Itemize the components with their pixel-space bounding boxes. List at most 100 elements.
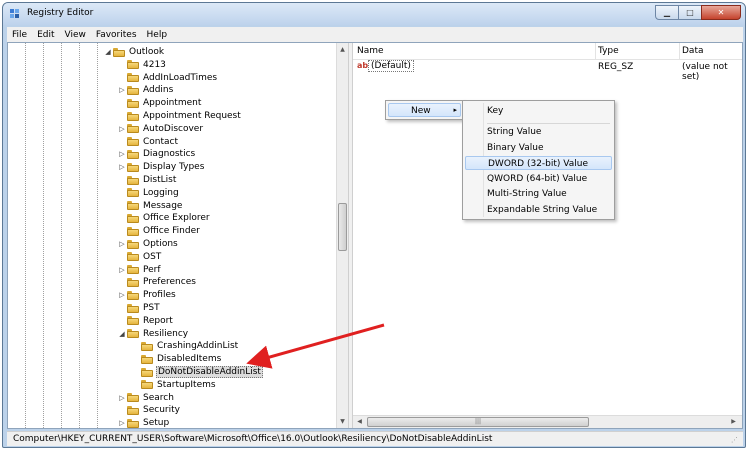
tree-item[interactable]: ◢ Outlook [103,46,165,58]
folder-icon [141,354,153,364]
column-header-data[interactable]: Data [682,46,704,56]
folder-icon [127,277,139,287]
minimize-button[interactable]: ▁ [655,5,679,20]
collapsed-arrow-icon[interactable]: ▷ [117,150,127,158]
tree-item-label: DoNotDisableAddinList [156,366,263,378]
tree-guide-line [97,43,98,428]
submenu-item-label: DWORD (32-bit) Value [488,159,588,169]
tree-item-label: Outlook [129,47,165,57]
expanded-arrow-icon[interactable]: ◢ [103,48,113,56]
submenu-item-key[interactable]: Key [465,104,612,118]
column-divider[interactable] [595,43,596,59]
tree-item[interactable]: DistList [117,174,177,186]
submenu-arrow-icon: ▸ [453,106,457,114]
submenu-item-qword-value[interactable]: QWORD (64-bit) Value [465,172,612,186]
context-menu-new[interactable]: New ▸ [388,103,461,117]
title-bar[interactable]: Registry Editor ▁ □ ✕ [3,3,745,25]
tree-item[interactable]: StartupItems [131,379,217,391]
tree-item-label: Diagnostics [143,149,196,160]
list-scroll-thumb[interactable]: ||| [367,417,589,427]
column-header-name[interactable]: Name [357,46,384,56]
submenu-item-string-value[interactable]: String Value [465,125,612,139]
tree-item-label: Appointment Request [143,111,241,121]
close-button[interactable]: ✕ [701,5,741,20]
folder-icon [127,239,139,249]
submenu-item-label: Key [487,106,504,116]
folder-icon [127,393,139,403]
tree-item[interactable]: ▷ Diagnostics [117,148,196,160]
tree-item-label: Preferences [143,277,196,288]
menu-file[interactable]: File [7,30,32,40]
maximize-button[interactable]: □ [678,5,702,20]
collapsed-arrow-icon[interactable]: ▷ [117,266,127,274]
tree-item[interactable]: CrashingAddinList [131,340,239,352]
tree-scroll-thumb[interactable] [338,203,347,251]
tree-item[interactable]: ◢ Resiliency [117,328,189,340]
tree-item[interactable]: Message [117,200,183,212]
tree-item[interactable]: PST [117,302,161,314]
tree-item[interactable]: Security [117,404,181,416]
submenu-item-dword-value[interactable]: DWORD (32-bit) Value [465,156,612,170]
collapsed-arrow-icon[interactable]: ▷ [117,240,127,248]
tree-item-label: AddInLoadTimes [143,72,218,83]
folder-icon [127,290,139,300]
menu-help[interactable]: Help [142,30,173,40]
scroll-right-arrow-icon[interactable]: ▶ [728,416,739,427]
tree-item[interactable]: Appointment [117,97,202,109]
tree-item[interactable]: AddInLoadTimes [117,72,218,84]
tree-vertical-scrollbar[interactable]: ▲ ▼ [336,43,348,428]
tree-item[interactable]: ▷ Options [117,238,179,250]
tree-item[interactable]: DisabledItems [131,353,222,365]
registry-tree[interactable]: ◢ Outlook 4213 AddInLoadTimes ▷ Addins Appoint… [8,43,348,428]
scroll-up-arrow-icon[interactable]: ▲ [337,44,348,55]
scroll-down-arrow-icon[interactable]: ▼ [337,416,348,427]
collapsed-arrow-icon[interactable]: ▷ [117,419,127,427]
collapsed-arrow-icon[interactable]: ▷ [117,291,127,299]
submenu-item-multi-string-value[interactable]: Multi-String Value [465,187,612,201]
tree-item[interactable]: Logging [117,187,180,199]
tree-item[interactable]: OST [117,251,162,263]
tree-item-label: Profiles [143,290,176,301]
folder-icon [127,329,139,339]
tree-item[interactable]: ▷ Search [117,392,175,404]
submenu-item-expandable-string-value[interactable]: Expandable String Value [465,203,612,217]
tree-item[interactable]: ▷ Display Types [117,161,205,173]
tree-item-label: Search [143,392,174,403]
tree-item[interactable]: Preferences [117,276,197,288]
collapsed-arrow-icon[interactable]: ▷ [117,125,127,133]
tree-item[interactable]: Report [117,315,174,327]
folder-icon [141,380,153,390]
expanded-arrow-icon[interactable]: ◢ [117,330,127,338]
tree-item[interactable]: ▷ Perf [117,264,162,276]
submenu-item-binary-value[interactable]: Binary Value [465,141,612,155]
resize-grip-icon[interactable]: ⋰ [731,435,741,445]
list-horizontal-scrollbar[interactable]: ◀ ||| ▶ [353,415,742,428]
tree-guide-line [79,43,80,428]
tree-item[interactable]: Office Explorer [117,212,211,224]
menu-edit[interactable]: Edit [32,30,59,40]
tree-item-label: Setup [143,418,170,428]
collapsed-arrow-icon[interactable]: ▷ [117,394,127,402]
collapsed-arrow-icon[interactable]: ▷ [117,163,127,171]
submenu-item-label: Multi-String Value [487,189,567,199]
menu-view[interactable]: View [60,30,91,40]
scroll-left-arrow-icon[interactable]: ◀ [354,416,365,427]
value-type: REG_SZ [598,62,634,72]
tree-item-label: DisabledItems [157,354,222,365]
tree-item[interactable]: ▷ Addins [117,84,174,96]
tree-item[interactable]: ▷ Setup [117,417,170,428]
tree-item[interactable]: DoNotDisableAddinList [131,366,263,378]
tree-item[interactable]: Contact [117,136,179,148]
list-row[interactable]: ab (Default) REG_SZ (value not set) [353,60,742,82]
tree-item[interactable]: ▷ Profiles [117,289,177,301]
folder-icon [127,73,139,83]
tree-item[interactable]: Office Finder [117,225,201,237]
tree-item-label: CrashingAddinList [157,341,239,352]
tree-item[interactable]: Appointment Request [117,110,242,122]
column-divider[interactable] [679,43,680,59]
column-header-type[interactable]: Type [598,46,619,56]
collapsed-arrow-icon[interactable]: ▷ [117,86,127,94]
tree-item[interactable]: ▷ AutoDiscover [117,123,204,135]
menu-favorites[interactable]: Favorites [91,30,142,40]
tree-item[interactable]: 4213 [117,59,167,71]
